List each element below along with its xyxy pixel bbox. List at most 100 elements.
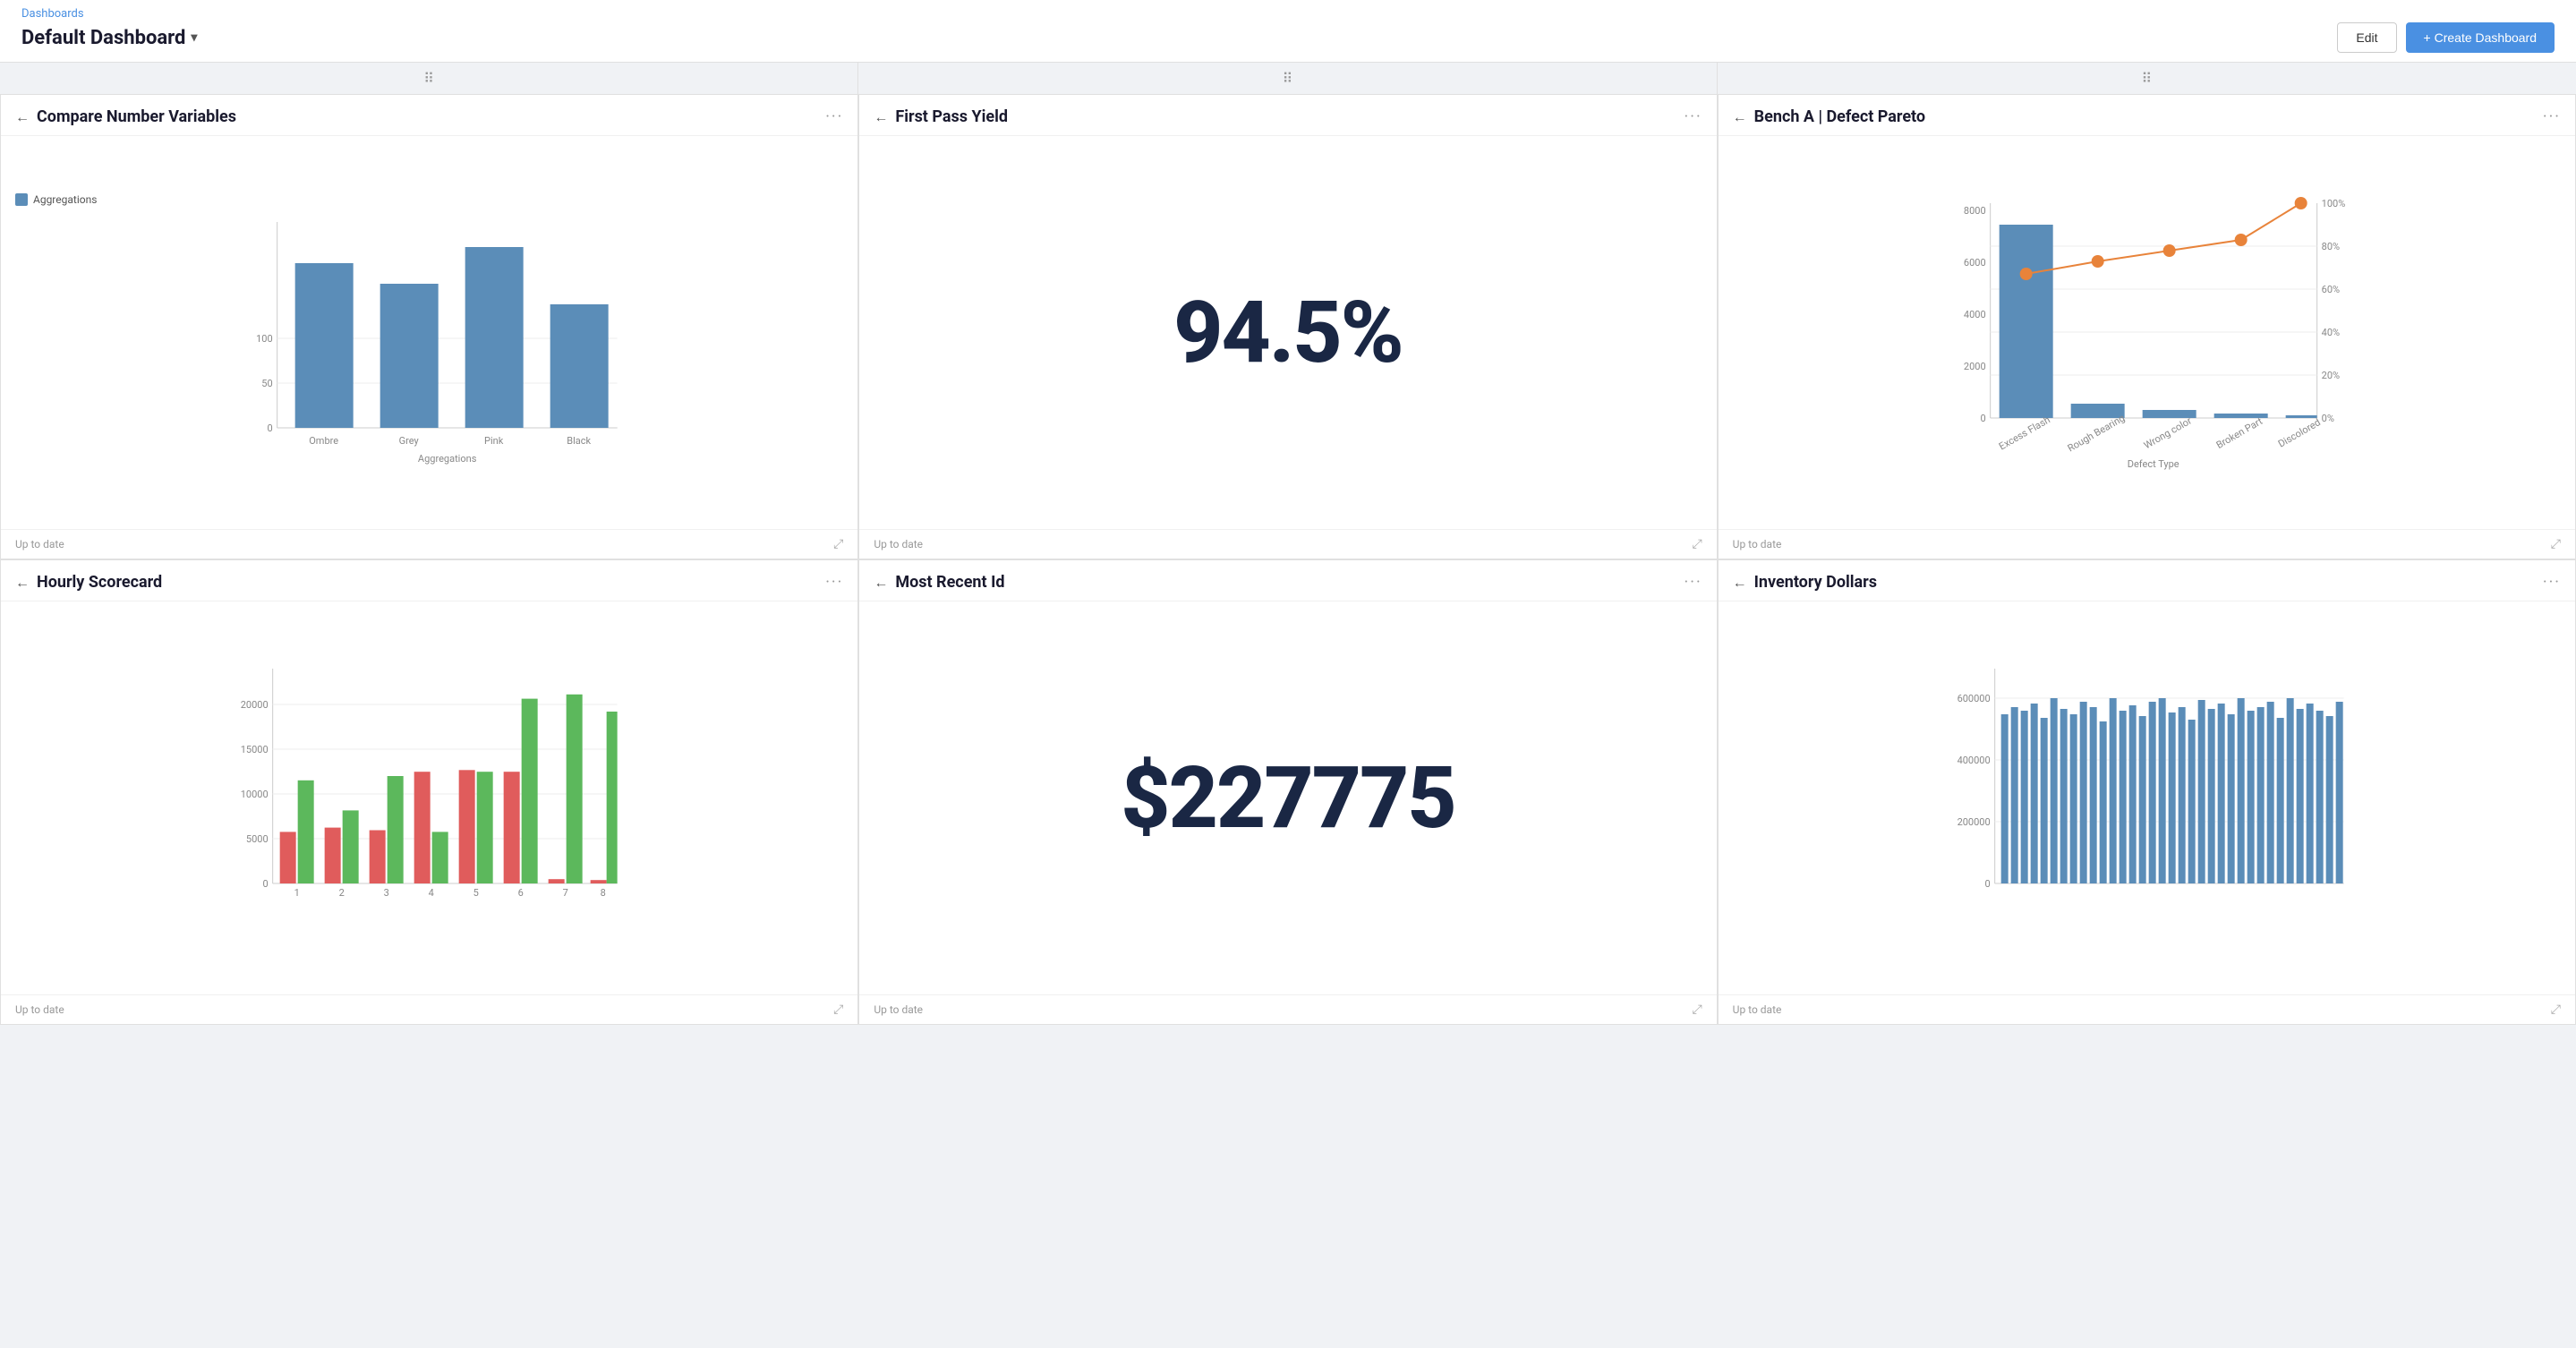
card-bench-a-defect-pareto-title-text: Bench A | Defect Pareto xyxy=(1754,107,1925,126)
svg-text:Broken Part: Broken Part xyxy=(2214,414,2265,450)
svg-text:60%: 60% xyxy=(2321,284,2339,295)
card-inventory-dollars-expand[interactable]: ⤢ xyxy=(2551,1002,2561,1017)
card-first-pass-yield-title: ← First Pass Yield xyxy=(874,107,1008,126)
card-hourly-scorecard-header: ← Hourly Scorecard ··· xyxy=(1,560,857,601)
card-inventory-dollars-footer: Up to date ⤢ xyxy=(1719,994,2575,1024)
card-most-recent-id-body: $227775 xyxy=(859,601,1716,994)
card-bench-a-defect-pareto-menu[interactable]: ··· xyxy=(2543,107,2561,126)
svg-text:80%: 80% xyxy=(2321,241,2339,252)
edit-button[interactable]: Edit xyxy=(2337,22,2396,53)
card-most-recent-id-expand[interactable]: ⤢ xyxy=(1692,1002,1702,1017)
card-inventory-dollars-menu[interactable]: ··· xyxy=(2543,573,2561,592)
svg-text:Aggregations: Aggregations xyxy=(418,453,477,465)
card-bench-a-defect-pareto-expand[interactable]: ⤢ xyxy=(2551,537,2561,551)
svg-text:Discolored: Discolored xyxy=(2276,416,2323,449)
first-pass-yield-value: 94.5% xyxy=(1173,283,1403,383)
card-inventory-dollars-header: ← Inventory Dollars ··· xyxy=(1719,560,2575,601)
card-first-pass-yield-menu[interactable]: ··· xyxy=(1685,107,1702,126)
card-first-pass-yield-back[interactable]: ← xyxy=(874,108,888,126)
card-first-pass-yield: ← First Pass Yield ··· 94.5% Up to date … xyxy=(858,94,1717,559)
svg-text:15000: 15000 xyxy=(241,744,269,755)
svg-text:3: 3 xyxy=(384,887,389,899)
card-compare-number-expand[interactable]: ⤢ xyxy=(833,537,843,551)
svg-text:8000: 8000 xyxy=(1964,205,1986,217)
card-first-pass-yield-footer: Up to date ⤢ xyxy=(859,529,1716,559)
card-bench-a-defect-pareto-body: 0 2000 4000 6000 8000 0% 20% 40% 60% 80%… xyxy=(1719,136,2575,529)
create-dashboard-button[interactable]: + Create Dashboard xyxy=(2406,22,2555,53)
card-most-recent-id-footer: Up to date ⤢ xyxy=(859,994,1716,1024)
svg-text:Excess Flash: Excess Flash xyxy=(1997,414,2052,452)
svg-text:20000: 20000 xyxy=(241,699,269,711)
bar-black xyxy=(550,304,609,428)
svg-text:1: 1 xyxy=(294,887,300,899)
card-hourly-scorecard-back[interactable]: ← xyxy=(15,574,30,592)
card-bench-a-defect-pareto-back[interactable]: ← xyxy=(1733,108,1747,126)
card-hourly-scorecard-expand[interactable]: ⤢ xyxy=(833,1002,843,1017)
svg-text:0: 0 xyxy=(1980,413,1985,424)
card-hourly-scorecard-status: Up to date xyxy=(15,1003,64,1016)
card-inventory-dollars-body: 0 200000 400000 600000 xyxy=(1719,601,2575,994)
inventory-chart: 0 200000 400000 600000 xyxy=(1727,660,2566,937)
card-first-pass-yield-expand[interactable]: ⤢ xyxy=(1692,537,1702,551)
svg-text:0%: 0% xyxy=(2321,413,2333,424)
card-most-recent-id-title-text: Most Recent Id xyxy=(895,573,1004,592)
card-compare-number-title-text: Compare Number Variables xyxy=(37,107,236,126)
svg-text:6: 6 xyxy=(518,887,524,899)
svg-text:0: 0 xyxy=(267,422,272,434)
svg-text:Rough Bearing: Rough Bearing xyxy=(2065,412,2126,454)
card-compare-number-menu[interactable]: ··· xyxy=(825,107,843,126)
card-bench-a-defect-pareto-header: ← Bench A | Defect Pareto ··· xyxy=(1719,95,2575,136)
svg-text:Ombre: Ombre xyxy=(309,435,338,447)
card-compare-number: ← Compare Number Variables ··· Aggregati… xyxy=(0,94,858,559)
svg-text:100%: 100% xyxy=(2321,198,2345,209)
svg-text:Grey: Grey xyxy=(399,435,420,447)
svg-text:600000: 600000 xyxy=(1957,693,1990,704)
card-compare-number-footer: Up to date ⤢ xyxy=(1,529,857,559)
card-hourly-scorecard-menu[interactable]: ··· xyxy=(825,573,843,592)
column-drag-handle-1[interactable]: ⠿ xyxy=(0,63,858,94)
scorecard-chart: 0 5000 10000 15000 20000 1 xyxy=(10,660,849,937)
card-most-recent-id-title: ← Most Recent Id xyxy=(874,573,1004,592)
card-most-recent-id-back[interactable]: ← xyxy=(874,574,888,592)
card-compare-number-back[interactable]: ← xyxy=(15,108,30,126)
card-inventory-dollars-title-text: Inventory Dollars xyxy=(1754,573,1877,592)
dashboard-dropdown-arrow[interactable]: ▾ xyxy=(191,30,197,45)
svg-text:10000: 10000 xyxy=(241,789,269,800)
svg-text:Black: Black xyxy=(567,435,591,447)
card-hourly-scorecard-footer: Up to date ⤢ xyxy=(1,994,857,1024)
svg-text:200000: 200000 xyxy=(1957,816,1990,828)
most-recent-id-value: $227775 xyxy=(1121,748,1455,849)
card-inventory-dollars-back[interactable]: ← xyxy=(1733,574,1747,592)
column-drag-handle-3[interactable]: ⠿ xyxy=(1718,63,2576,94)
svg-text:Wrong color: Wrong color xyxy=(2142,414,2194,451)
header: Dashboards Default Dashboard ▾ Edit + Cr… xyxy=(0,0,2576,63)
card-most-recent-id-header: ← Most Recent Id ··· xyxy=(859,560,1716,601)
legend-label-aggregations: Aggregations xyxy=(33,193,97,206)
card-bench-a-defect-pareto-title: ← Bench A | Defect Pareto xyxy=(1733,107,1925,126)
svg-text:6000: 6000 xyxy=(1964,257,1986,269)
svg-text:2: 2 xyxy=(339,887,345,899)
svg-text:5000: 5000 xyxy=(246,833,269,845)
breadcrumb[interactable]: Dashboards xyxy=(21,7,2555,21)
svg-text:100: 100 xyxy=(256,333,273,345)
card-first-pass-yield-header: ← First Pass Yield ··· xyxy=(859,95,1716,136)
card-most-recent-id-menu[interactable]: ··· xyxy=(1685,573,1702,592)
svg-text:Pink: Pink xyxy=(484,435,504,447)
svg-text:400000: 400000 xyxy=(1957,755,1990,766)
card-bench-a-defect-pareto-footer: Up to date ⤢ xyxy=(1719,529,2575,559)
svg-text:0: 0 xyxy=(1984,878,1990,890)
card-inventory-dollars-title: ← Inventory Dollars xyxy=(1733,573,1877,592)
card-hourly-scorecard-title: ← Hourly Scorecard xyxy=(15,573,162,592)
svg-text:8: 8 xyxy=(601,887,606,899)
bar-grey xyxy=(380,284,439,428)
svg-text:7: 7 xyxy=(563,887,568,899)
card-most-recent-id: ← Most Recent Id ··· $227775 Up to date … xyxy=(858,559,1717,1025)
column-drag-handle-2[interactable]: ⠿ xyxy=(858,63,1717,94)
card-most-recent-id-status: Up to date xyxy=(874,1003,923,1016)
card-bench-a-defect-pareto: ← Bench A | Defect Pareto ··· 0 2000 400… xyxy=(1718,94,2576,559)
header-actions: Edit + Create Dashboard xyxy=(2337,22,2555,53)
card-bench-a-defect-pareto-status: Up to date xyxy=(1733,538,1782,550)
svg-text:2000: 2000 xyxy=(1964,361,1986,372)
svg-text:4000: 4000 xyxy=(1964,309,1986,320)
card-hourly-scorecard: ← Hourly Scorecard ··· 0 5000 10000 1500… xyxy=(0,559,858,1025)
